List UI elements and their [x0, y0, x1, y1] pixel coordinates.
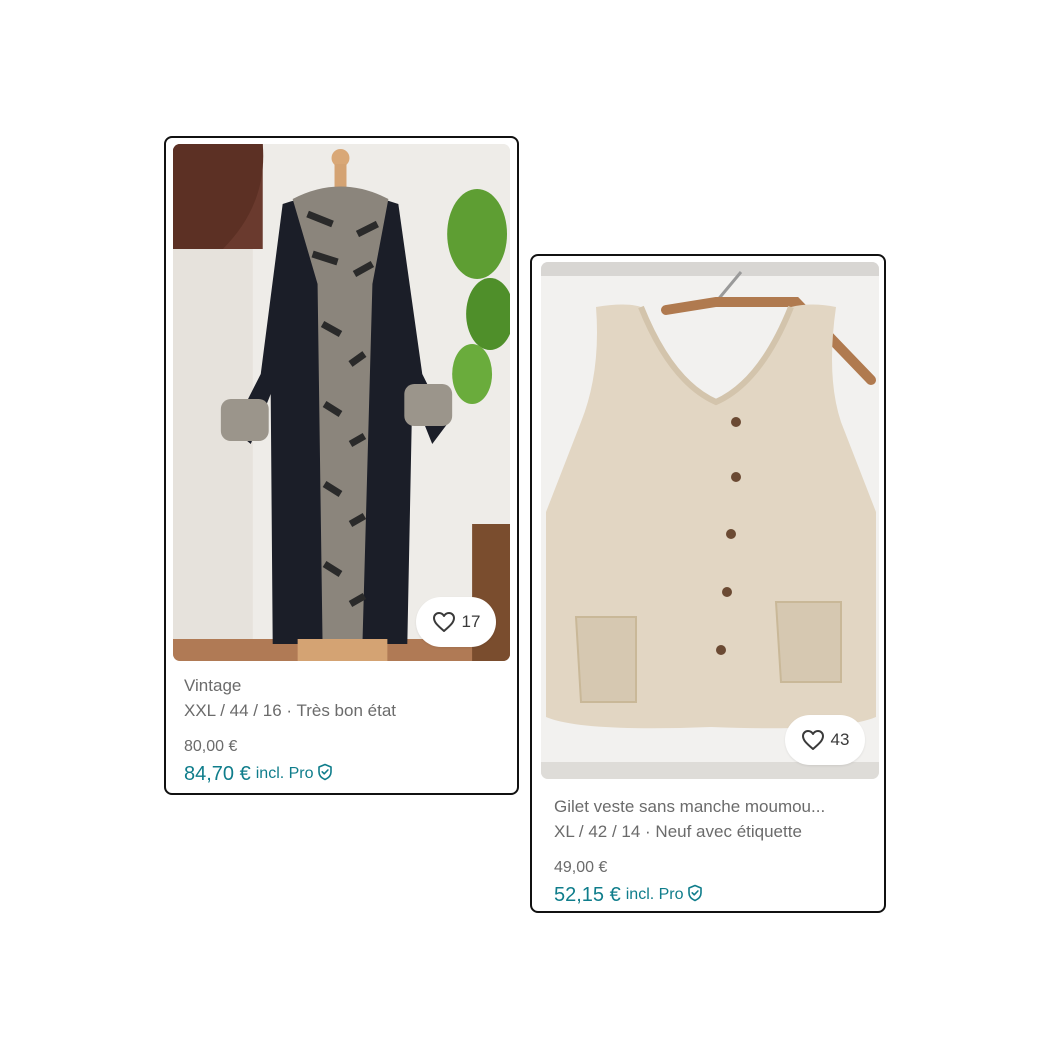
shield-check-icon[interactable]	[314, 763, 333, 786]
product-title[interactable]: Vintage	[184, 673, 505, 698]
product-card-2[interactable]: 43 Gilet veste sans manche moumou... XL …	[530, 254, 886, 913]
pro-price-row: 52,15 € incl. Pro	[554, 881, 872, 909]
pro-label: incl. Pro	[625, 886, 684, 903]
favorite-count: 17	[461, 612, 481, 631]
coat-photo-illustration	[173, 144, 510, 661]
product-info: Gilet veste sans manche moumou... XL / 4…	[554, 794, 872, 909]
favorite-button[interactable]: 17	[416, 597, 496, 647]
heart-outline-icon	[801, 729, 825, 751]
favorite-count: 43	[830, 730, 850, 749]
product-photo[interactable]: 17	[173, 144, 510, 661]
product-price: 49,00 €	[554, 859, 608, 876]
product-size-condition: XL / 42 / 14 · Neuf avec étiquette	[554, 822, 802, 841]
shield-check-icon[interactable]	[684, 884, 703, 907]
product-info: Vintage XXL / 44 / 16 · Très bon état 80…	[184, 673, 505, 788]
pro-price: 84,70 €	[184, 763, 251, 785]
heart-outline-icon	[432, 611, 456, 633]
product-title[interactable]: Gilet veste sans manche moumou...	[554, 794, 872, 819]
favorite-button[interactable]: 43	[785, 715, 865, 765]
product-price: 80,00 €	[184, 738, 238, 755]
product-size-condition: XXL / 44 / 16 · Très bon état	[184, 701, 396, 720]
pro-price-row: 84,70 € incl. Pro	[184, 760, 505, 788]
pro-price: 52,15 €	[554, 884, 621, 906]
vest-photo-illustration	[541, 262, 879, 779]
pro-label: incl. Pro	[255, 765, 314, 782]
product-card-1[interactable]: 17 Vintage XXL / 44 / 16 · Très bon état…	[164, 136, 519, 795]
product-photo[interactable]: 43	[541, 262, 879, 779]
